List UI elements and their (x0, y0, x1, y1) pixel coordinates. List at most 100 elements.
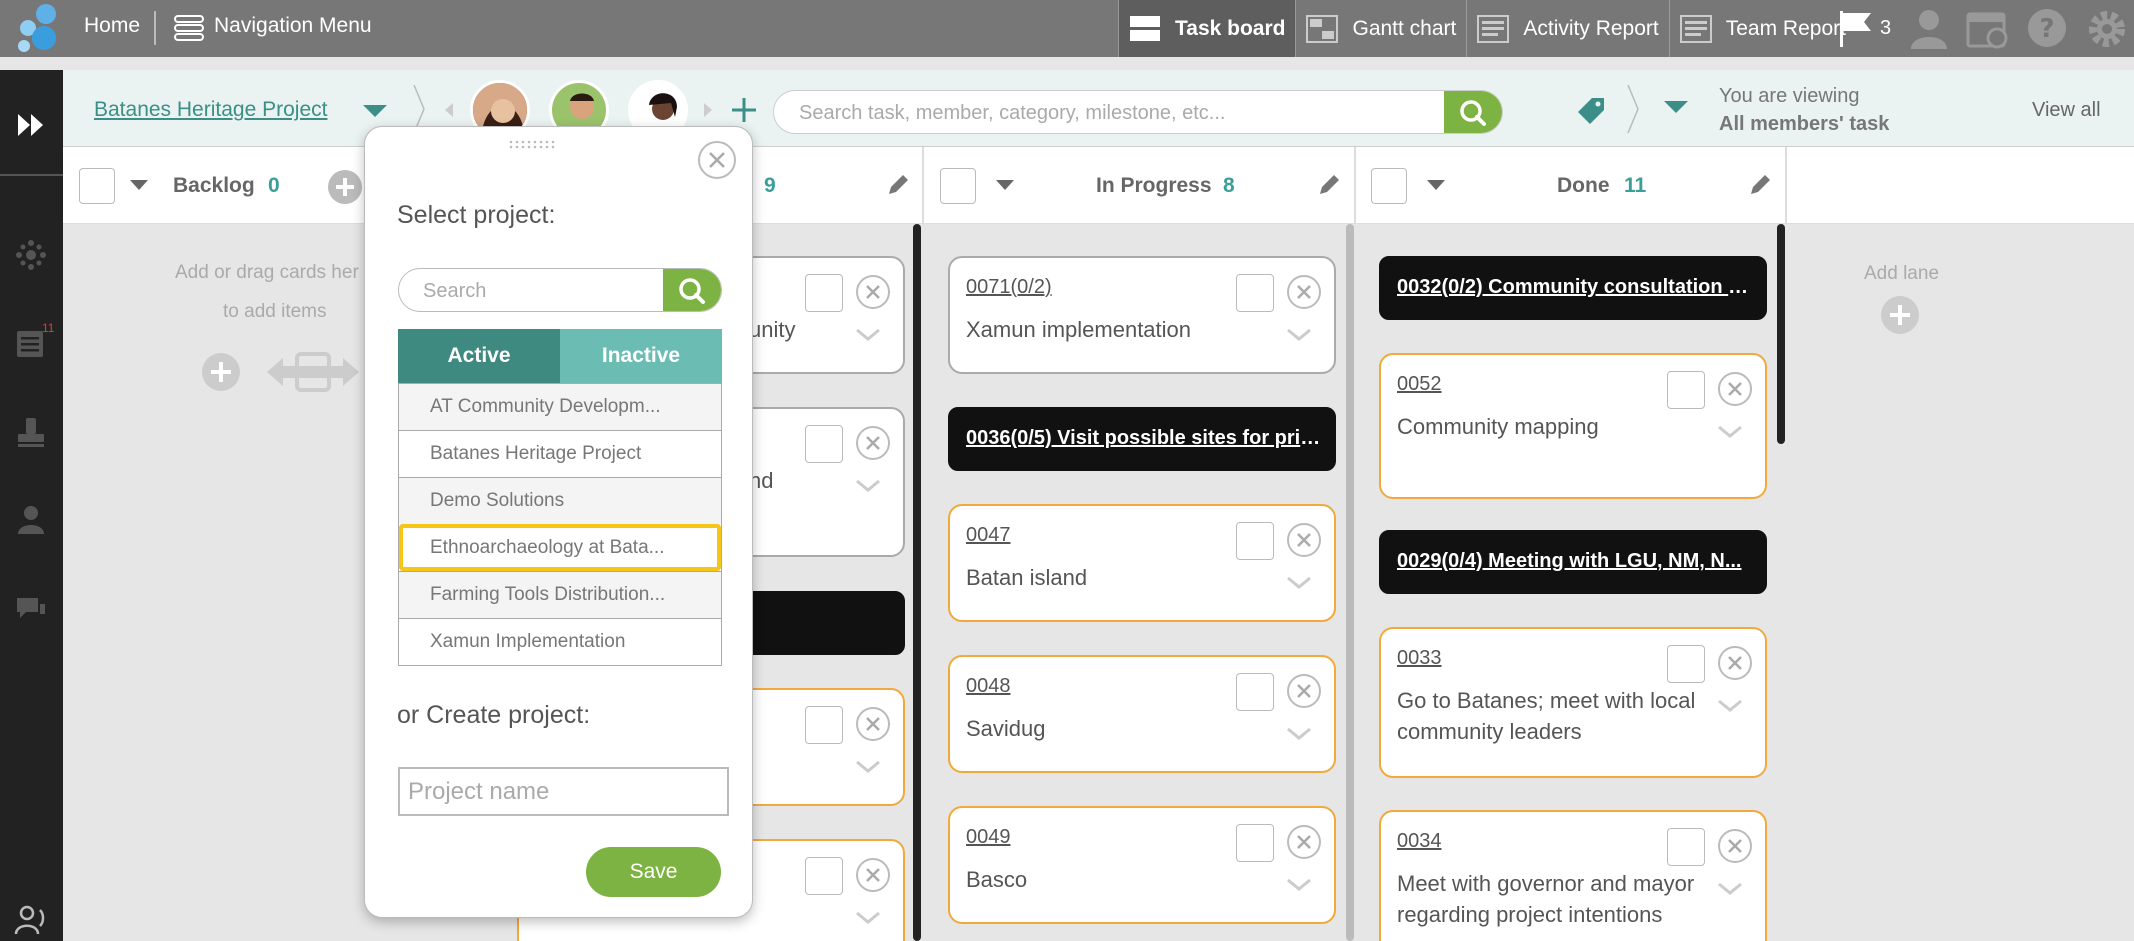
card-number[interactable]: 0033 (1397, 647, 1442, 670)
task-card[interactable]: 0052 Community mapping (1379, 353, 1767, 499)
task-card[interactable]: 0047 Batan island (948, 504, 1336, 622)
edit-lane-icon[interactable] (1747, 172, 1773, 198)
card-checkbox[interactable] (805, 706, 843, 744)
close-icon[interactable] (855, 706, 891, 742)
card-checkbox[interactable] (1667, 371, 1705, 409)
settings-gear-icon[interactable] (2085, 7, 2129, 51)
lane-select-checkbox[interactable] (940, 168, 976, 204)
project-list-item[interactable]: Xamun Implementation (399, 618, 721, 665)
stamp-icon[interactable] (14, 415, 48, 449)
close-icon[interactable] (1286, 274, 1322, 310)
task-card-parent[interactable]: 0029(0/4) Meeting with LGU, NM, N... (1379, 530, 1767, 594)
card-number[interactable]: 0049 (966, 826, 1011, 849)
card-checkbox[interactable] (1667, 828, 1705, 866)
view-all-link[interactable]: View all (2032, 99, 2101, 122)
home-link[interactable]: Home (84, 14, 140, 38)
project-search-field[interactable]: Search (398, 268, 722, 312)
chevron-down-icon[interactable] (855, 760, 881, 774)
card-number[interactable]: 0071(0/2) (966, 276, 1052, 299)
navigation-menu-link[interactable]: Navigation Menu (214, 14, 372, 38)
close-icon[interactable] (855, 274, 891, 310)
task-card[interactable]: 0049 Basco (948, 806, 1336, 924)
card-checkbox[interactable] (1667, 645, 1705, 683)
card-checkbox[interactable] (1236, 522, 1274, 560)
project-list-item[interactable]: AT Community Developm... (399, 383, 721, 430)
card-number[interactable]: 0048 (966, 675, 1011, 698)
search-button[interactable] (1444, 91, 1502, 133)
lane-scrollbar[interactable] (1346, 224, 1354, 941)
close-icon[interactable] (1717, 645, 1753, 681)
user-icon[interactable] (14, 502, 48, 536)
chevron-down-icon[interactable] (1286, 576, 1312, 590)
task-card[interactable]: 0033 Go to Batanes; meet with local comm… (1379, 627, 1767, 778)
card-checkbox[interactable] (805, 857, 843, 895)
edit-lane-icon[interactable] (1316, 172, 1342, 198)
help-chat-icon[interactable]: ? (2025, 7, 2069, 51)
card-checkbox[interactable] (805, 425, 843, 463)
tab-activity-report[interactable]: Activity Report (1466, 0, 1668, 57)
app-logo[interactable] (14, 2, 66, 54)
chevron-down-icon[interactable] (855, 911, 881, 925)
current-project-link[interactable]: Batanes Heritage Project (94, 98, 327, 122)
card-number[interactable]: 0052 (1397, 373, 1442, 396)
tab-inactive-projects[interactable]: Inactive (560, 329, 722, 383)
project-list-item[interactable]: Batanes Heritage Project (399, 430, 721, 477)
tab-active-projects[interactable]: Active (398, 329, 560, 383)
close-icon[interactable] (1286, 824, 1322, 860)
lane-select-checkbox[interactable] (79, 168, 115, 204)
close-icon[interactable] (1286, 522, 1322, 558)
close-icon[interactable] (697, 140, 737, 180)
help-user-icon[interactable] (14, 902, 48, 936)
chevron-down-icon[interactable] (855, 328, 881, 342)
drag-handle[interactable] (508, 139, 556, 149)
add-card-icon[interactable] (327, 169, 363, 205)
task-card-parent[interactable]: 0032(0/2) Community consultation a... (1379, 256, 1767, 320)
calendar-settings-icon[interactable] (1965, 7, 2009, 51)
add-user-icon[interactable] (1907, 7, 1949, 51)
dashboard-icon[interactable] (14, 238, 48, 272)
hamburger-icon[interactable] (173, 13, 205, 43)
add-card-icon[interactable] (201, 352, 241, 392)
tag-icon[interactable] (1574, 94, 1608, 128)
chat-icon[interactable] (14, 592, 48, 626)
lane-scrollbar[interactable] (913, 224, 921, 941)
card-checkbox[interactable] (805, 274, 843, 312)
members-next-icon[interactable] (703, 102, 713, 118)
card-checkbox[interactable] (1236, 673, 1274, 711)
close-icon[interactable] (855, 857, 891, 893)
lane-select-checkbox[interactable] (1371, 168, 1407, 204)
chevron-down-icon[interactable] (1286, 727, 1312, 741)
project-dropdown-icon[interactable] (362, 103, 388, 119)
edit-lane-icon[interactable] (885, 172, 911, 198)
project-list-item[interactable]: Farming Tools Distribution... (399, 571, 721, 618)
tasks-icon[interactable]: 11 (14, 321, 54, 361)
task-card-parent[interactable]: 0036(0/5) Visit possible sites for prior… (948, 407, 1336, 471)
close-icon[interactable] (1717, 828, 1753, 864)
add-member-icon[interactable] (730, 96, 758, 124)
card-checkbox[interactable] (1236, 824, 1274, 862)
card-checkbox[interactable] (1236, 274, 1274, 312)
lane-scrollbar[interactable] (1777, 224, 1785, 444)
card-title[interactable]: 0029(0/4) Meeting with LGU, NM, N... (1397, 550, 1753, 573)
tab-task-board[interactable]: Task board (1118, 0, 1296, 57)
members-prev-icon[interactable] (444, 102, 454, 118)
chevron-down-icon[interactable] (1286, 328, 1312, 342)
task-card[interactable]: 0048 Savidug (948, 655, 1336, 773)
card-number[interactable]: 0034 (1397, 830, 1442, 853)
search-button[interactable] (663, 269, 721, 311)
tab-team-report[interactable]: Team Report (1668, 0, 1856, 57)
card-title[interactable]: 0032(0/2) Community consultation a... (1397, 276, 1753, 299)
card-title[interactable]: 0036(0/5) Visit possible sites for prior… (966, 427, 1322, 450)
chevron-down-icon[interactable] (1717, 699, 1743, 713)
project-list-item[interactable]: Demo Solutions (399, 477, 721, 524)
chevron-down-icon[interactable] (1286, 878, 1312, 892)
tab-gantt-chart[interactable]: Gantt chart (1295, 0, 1466, 57)
add-lane-button[interactable] (1880, 295, 1920, 335)
project-list-item-highlighted[interactable]: Ethnoarchaeology at Bata... (399, 524, 721, 571)
card-number[interactable]: 0047 (966, 524, 1011, 547)
chevron-down-icon[interactable] (1717, 425, 1743, 439)
close-icon[interactable] (1717, 371, 1753, 407)
task-search-field[interactable]: Search task, member, category, milestone… (773, 90, 1503, 134)
expand-icon[interactable] (14, 108, 48, 142)
lane-menu-dropdown-icon[interactable] (995, 179, 1015, 191)
